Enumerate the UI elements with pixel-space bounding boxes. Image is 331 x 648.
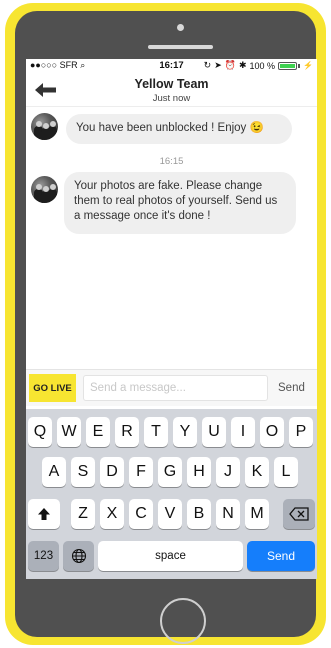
key-e[interactable]: E	[86, 417, 110, 447]
key-y[interactable]: Y	[173, 417, 197, 447]
keyboard: Q W E R T Y U I O P A S D F G H J K L Z …	[26, 409, 317, 579]
key-t[interactable]: T	[144, 417, 168, 447]
send-button[interactable]: Send	[278, 382, 305, 394]
status-indicators: ↻ ➤ ⏰ ✱ 100 % ⚡	[204, 60, 313, 71]
delete-key[interactable]	[283, 499, 315, 529]
key-i[interactable]: I	[231, 417, 255, 447]
key-x[interactable]: X	[100, 499, 124, 529]
battery-icon	[278, 61, 298, 70]
key-j[interactable]: J	[216, 457, 240, 487]
shift-arrow-icon	[38, 508, 50, 520]
key-n[interactable]: N	[216, 499, 240, 529]
space-key[interactable]: space	[98, 541, 243, 571]
key-v[interactable]: V	[158, 499, 182, 529]
numbers-key[interactable]: 123	[28, 541, 59, 571]
globe-key[interactable]	[63, 541, 94, 571]
key-f[interactable]: F	[129, 457, 153, 487]
key-b[interactable]: B	[187, 499, 211, 529]
bluetooth-icon: ✱	[238, 60, 247, 70]
message-bubble: You have been unblocked ! Enjoy 😉	[66, 114, 292, 144]
key-h[interactable]: H	[187, 457, 211, 487]
keyboard-send-key[interactable]: Send	[247, 541, 315, 571]
key-z[interactable]: Z	[71, 499, 95, 529]
backspace-icon	[289, 507, 309, 521]
key-g[interactable]: G	[158, 457, 182, 487]
battery-tip	[298, 63, 301, 68]
charging-icon: ⚡	[303, 61, 313, 70]
key-s[interactable]: S	[71, 457, 95, 487]
globe-icon	[71, 548, 86, 564]
avatar[interactable]	[31, 176, 58, 203]
message-composer: GO LIVE Send	[26, 369, 317, 406]
rotation-lock-icon: ↻	[203, 60, 212, 70]
message-list: You have been unblocked ! Enjoy 😉 16:15 …	[26, 107, 317, 365]
key-a[interactable]: A	[42, 457, 66, 487]
key-d[interactable]: D	[100, 457, 124, 487]
message-timestamp: 16:15	[159, 156, 184, 167]
key-l[interactable]: L	[274, 457, 298, 487]
front-camera	[177, 24, 184, 31]
earpiece-speaker	[148, 45, 213, 49]
message-text: You have been unblocked ! Enjoy 😉	[76, 122, 264, 134]
message-text: Your photos are fake. Please change them…	[74, 180, 278, 222]
message-bubble: Your photos are fake. Please change them…	[64, 172, 296, 234]
key-m[interactable]: M	[245, 499, 269, 529]
key-p[interactable]: P	[289, 417, 313, 447]
key-u[interactable]: U	[202, 417, 226, 447]
location-icon: ➤	[214, 60, 222, 70]
key-r[interactable]: R	[115, 417, 139, 447]
key-c[interactable]: C	[129, 499, 153, 529]
battery-fill	[280, 63, 296, 68]
key-w[interactable]: W	[57, 417, 81, 447]
home-button[interactable]	[160, 598, 206, 644]
chat-header: Yellow Team Just now	[26, 73, 317, 107]
go-live-button[interactable]: GO LIVE	[29, 374, 76, 402]
battery-percent: 100 %	[249, 60, 276, 71]
chat-title: Yellow Team	[134, 77, 209, 91]
status-bar: ●●○○○ SFR ⌕ 16:17 ↻ ➤ ⏰ ✱ 100 % ⚡	[26, 59, 317, 73]
shift-key[interactable]	[28, 499, 60, 529]
key-q[interactable]: Q	[28, 417, 52, 447]
chat-subtitle: Just now	[152, 93, 191, 104]
alarm-icon: ⏰	[224, 60, 236, 70]
phone-screen: ●●○○○ SFR ⌕ 16:17 ↻ ➤ ⏰ ✱ 100 % ⚡ Yellow…	[26, 59, 317, 579]
key-k[interactable]: K	[245, 457, 269, 487]
message-input[interactable]	[83, 375, 268, 401]
avatar[interactable]	[31, 113, 58, 140]
key-o[interactable]: O	[260, 417, 284, 447]
